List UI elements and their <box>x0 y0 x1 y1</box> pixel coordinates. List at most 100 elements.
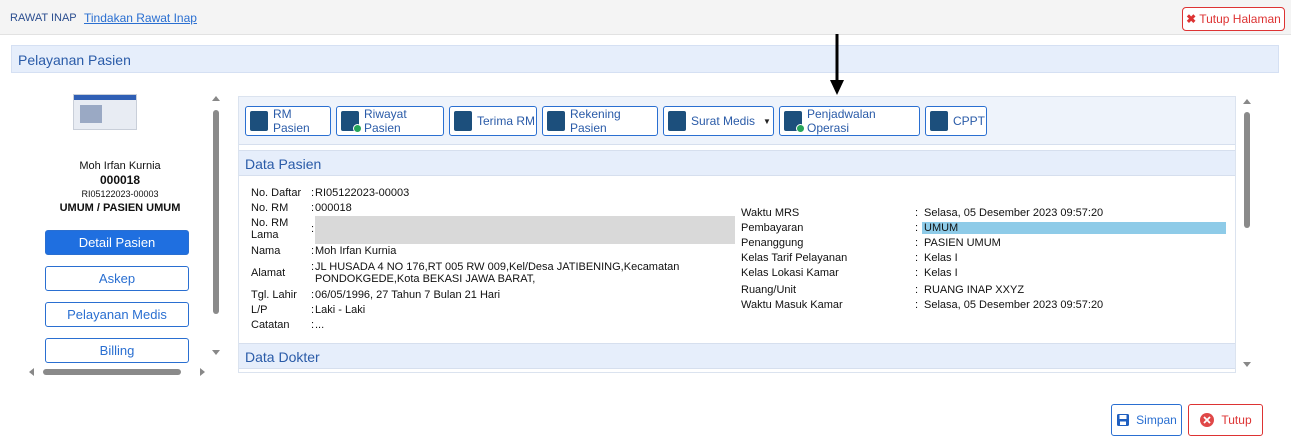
nav-detail-pasien[interactable]: Detail Pasien <box>45 230 189 255</box>
cppt-label: CPPT <box>953 114 986 128</box>
field-label: Waktu MRS <box>741 207 800 219</box>
field-label: Alamat <box>251 267 286 279</box>
close-button[interactable]: Tutup <box>1188 404 1263 436</box>
patient-reg-number: RI05122023-00003 <box>81 189 159 199</box>
field-label: Waktu Masuk Kamar <box>741 299 843 311</box>
sidebar-horizontal-scrollbar[interactable] <box>27 366 207 378</box>
breadcrumb-root[interactable]: RAWAT INAP <box>10 12 77 24</box>
field-label: Pembayaran <box>741 222 804 234</box>
field-colon: : <box>915 207 919 219</box>
breadcrumb-current[interactable]: Tindakan Rawat Inap <box>84 11 197 25</box>
field-value: Kelas I <box>924 267 958 279</box>
nav-billing[interactable]: Billing <box>45 338 189 363</box>
content-area: RM Pasien Riwayat Pasien Terima RM Reken… <box>238 96 1236 373</box>
data-pasien-title: Data Pasien <box>245 156 322 172</box>
patient-rm-number: 000018 <box>99 173 141 187</box>
field-value: Kelas I <box>924 252 958 264</box>
surat-medis-dropdown[interactable]: Surat Medis ▼ <box>663 106 774 136</box>
pembayaran-value: UMUM <box>922 222 1226 234</box>
field-value: Laki - Laki <box>315 304 366 316</box>
field-value: RUANG INAP XXYZ <box>924 284 1025 296</box>
save-icon <box>1117 414 1130 426</box>
field-colon: : <box>915 252 919 264</box>
riwayat-pasien-button[interactable]: Riwayat Pasien <box>336 106 444 136</box>
field-colon: : <box>915 237 919 249</box>
field-label: Catatan <box>251 319 290 331</box>
field-label: Kelas Lokasi Kamar <box>741 267 839 279</box>
panel-title: Pelayanan Pasien <box>18 52 131 68</box>
field-label: Nama <box>251 245 281 257</box>
field-colon: : <box>915 284 919 296</box>
close-page-button[interactable]: ✖ Tutup Halaman <box>1182 7 1285 31</box>
field-colon: : <box>311 261 315 273</box>
penjadwalan-operasi-label: Penjadwalan Operasi <box>807 107 876 135</box>
rekening-pasien-button[interactable]: Rekening Pasien <box>542 106 658 136</box>
field-colon: : <box>311 304 315 316</box>
top-bar: RAWAT INAP Tindakan Rawat Inap ✖ Tutup H… <box>0 0 1291 34</box>
nav-askep[interactable]: Askep <box>45 266 189 291</box>
caret-down-icon: ▼ <box>763 116 771 126</box>
field-colon: : <box>915 267 919 279</box>
document-clock-icon <box>784 111 805 133</box>
field-value: ... <box>315 319 325 331</box>
riwayat-pasien-label: Riwayat Pasien <box>364 107 407 135</box>
patient-name: Moh Irfan Kurnia <box>79 160 161 172</box>
field-colon: : <box>915 222 919 234</box>
nav-pelayanan-medis[interactable]: Pelayanan Medis <box>45 302 189 327</box>
scroll-up-icon <box>1243 99 1251 104</box>
field-colon: : <box>311 319 315 331</box>
patient-class: UMUM / PASIEN UMUM <box>59 202 181 214</box>
field-value: 06/05/1996, 27 Tahun 7 Bulan 21 Hari <box>315 289 501 301</box>
close-circle-icon <box>1200 413 1215 427</box>
terima-rm-label: Terima RM <box>477 114 536 128</box>
data-pasien-header: Data Pasien <box>239 150 1235 176</box>
field-label: Penanggung <box>741 237 804 249</box>
field-label: Tgl. Lahir <box>251 289 297 301</box>
field-colon: : <box>311 187 315 199</box>
document-plus-icon <box>668 111 686 131</box>
cppt-button[interactable]: CPPT <box>925 106 987 136</box>
field-value: PASIEN UMUM <box>924 237 1001 249</box>
panel-header: Pelayanan Pasien <box>11 45 1279 73</box>
annotation-arrow-icon <box>830 34 844 95</box>
card-icon <box>547 111 565 131</box>
scroll-down-icon <box>212 350 220 355</box>
patient-sidebar: Moh Irfan Kurnia 000018 RI05122023-00003… <box>25 94 210 368</box>
toolbar: RM Pasien Riwayat Pasien Terima RM Reken… <box>239 97 1235 145</box>
sidebar-vertical-scrollbar[interactable] <box>210 94 222 362</box>
document-clock-icon <box>341 111 362 133</box>
scroll-left-icon <box>29 368 34 376</box>
terima-rm-button[interactable]: Terima RM <box>449 106 537 136</box>
rm-pasien-button[interactable]: RM Pasien <box>245 106 331 136</box>
scroll-right-icon <box>200 368 205 376</box>
field-value: 000018 <box>315 202 352 214</box>
content-vertical-scrollbar[interactable] <box>1241 96 1253 372</box>
document-icon <box>250 111 268 131</box>
field-value: JL HUSADA 4 NO 176,RT 005 RW 009,Kel/Des… <box>315 261 680 285</box>
data-dokter-header: Data Dokter <box>239 343 1235 369</box>
field-value: RI05122023-00003 <box>315 187 410 199</box>
save-button[interactable]: Simpan <box>1111 404 1182 436</box>
field-colon: : <box>311 289 315 301</box>
field-colon: : <box>311 245 315 257</box>
data-dokter-title: Data Dokter <box>245 349 320 365</box>
field-value: Moh Irfan Kurnia <box>315 245 397 257</box>
field-label: No. RM <box>251 202 289 214</box>
field-value: Selasa, 05 Desember 2023 09:57:20 <box>924 299 1104 311</box>
rekening-pasien-label: Rekening Pasien <box>570 107 621 135</box>
close-icon: ✖ <box>1186 12 1197 26</box>
field-colon: : <box>915 299 919 311</box>
close-page-label: Tutup Halaman <box>1199 12 1281 26</box>
field-label: Ruang/Unit <box>741 284 797 296</box>
save-label: Simpan <box>1136 413 1177 427</box>
field-colon: : <box>311 202 315 214</box>
inbox-plus-icon <box>454 111 472 131</box>
field-label: No. RM Lama <box>251 217 289 241</box>
list-icon <box>930 111 948 131</box>
field-label: Kelas Tarif Pelayanan <box>741 252 848 264</box>
rm-pasien-label: RM Pasien <box>273 107 310 135</box>
surat-medis-label: Surat Medis <box>691 114 756 128</box>
close-label: Tutup <box>1221 413 1252 427</box>
penjadwalan-operasi-button[interactable]: Penjadwalan Operasi <box>779 106 920 136</box>
field-label: No. Daftar <box>251 187 302 199</box>
